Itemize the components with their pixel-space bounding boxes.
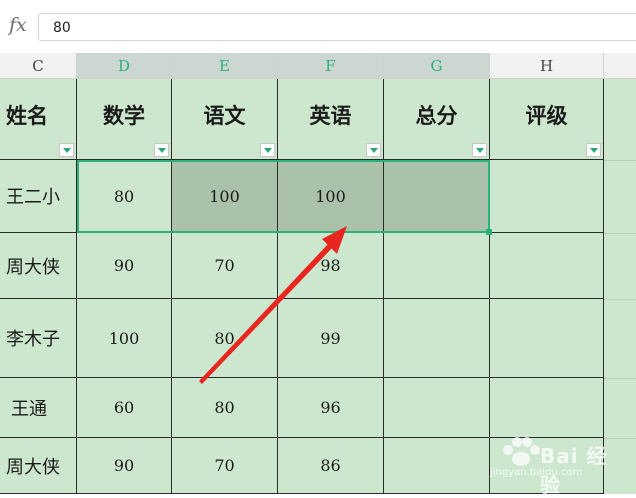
header-label: 数学 bbox=[103, 104, 145, 128]
cell-total-row1[interactable] bbox=[384, 160, 490, 233]
cell-total-row4[interactable] bbox=[384, 378, 490, 438]
cell-chinese-row1[interactable]: 100 bbox=[172, 160, 278, 233]
column-header-g[interactable]: G bbox=[384, 53, 490, 78]
cell-math-row3[interactable]: 100 bbox=[77, 299, 172, 378]
cell-name-row3[interactable]: 李木子 bbox=[0, 299, 77, 378]
filter-dropdown-icon[interactable] bbox=[59, 143, 74, 157]
formula-bar: fx 80 bbox=[0, 0, 636, 53]
cell-grade-row2[interactable] bbox=[490, 233, 604, 299]
cell-english-row1[interactable]: 100 bbox=[278, 160, 384, 233]
header-cell-chinese[interactable]: 语文 bbox=[172, 79, 278, 160]
cell-total-row2[interactable] bbox=[384, 233, 490, 299]
cell-name-row2[interactable]: 周大侠 bbox=[0, 233, 77, 299]
cell-english-row4[interactable]: 96 bbox=[278, 378, 384, 438]
header-label: 评级 bbox=[525, 104, 568, 128]
filter-dropdown-icon[interactable] bbox=[260, 143, 275, 157]
header-cell-english[interactable]: 英语 bbox=[278, 79, 384, 160]
header-cell-grade[interactable]: 评级 bbox=[490, 79, 604, 160]
column-header-f[interactable]: F bbox=[278, 53, 384, 78]
gridline bbox=[604, 160, 636, 161]
header-label: 总分 bbox=[415, 104, 458, 128]
cell-grade-row3[interactable] bbox=[490, 299, 604, 378]
header-cell-math[interactable]: 数学 bbox=[77, 79, 172, 160]
fill-handle[interactable] bbox=[486, 229, 492, 235]
header-label: 姓名 bbox=[6, 104, 48, 128]
cell-total-row3[interactable] bbox=[384, 299, 490, 378]
header-label: 英语 bbox=[309, 104, 352, 128]
header-cell-name[interactable]: 姓名 bbox=[0, 79, 77, 160]
cell-math-row1[interactable]: 80 bbox=[77, 160, 172, 233]
column-header-d[interactable]: D bbox=[77, 53, 172, 78]
cell-chinese-row3[interactable]: 80 bbox=[172, 299, 278, 378]
column-header-c[interactable]: C bbox=[0, 53, 77, 78]
cell-math-row5[interactable]: 90 bbox=[77, 438, 172, 494]
cell-grade-row1[interactable] bbox=[490, 160, 604, 233]
filter-dropdown-icon[interactable] bbox=[586, 143, 601, 157]
cell-name-row1[interactable]: 王二小 bbox=[0, 160, 77, 233]
cell-name-row5[interactable]: 周大侠 bbox=[0, 438, 77, 494]
formula-input[interactable]: 80 bbox=[38, 13, 636, 41]
gridline bbox=[604, 299, 636, 300]
gridline bbox=[604, 378, 636, 379]
filter-dropdown-icon[interactable] bbox=[154, 143, 169, 157]
filter-dropdown-icon[interactable] bbox=[472, 143, 487, 157]
column-header-e[interactable]: E bbox=[172, 53, 278, 78]
cell-name-row4[interactable]: 王通 bbox=[0, 378, 77, 438]
column-header-bar: C D E F G H bbox=[0, 53, 636, 79]
cell-chinese-row5[interactable]: 70 bbox=[172, 438, 278, 494]
watermark-url: jingyan.baidu.com bbox=[490, 467, 583, 478]
gridline bbox=[604, 233, 636, 234]
filter-dropdown-icon[interactable] bbox=[366, 143, 381, 157]
cell-math-row2[interactable]: 90 bbox=[77, 233, 172, 299]
cell-english-row3[interactable]: 99 bbox=[278, 299, 384, 378]
cell-total-row5[interactable] bbox=[384, 438, 490, 494]
header-label: 语文 bbox=[203, 104, 246, 128]
cell-english-row2[interactable]: 98 bbox=[278, 233, 384, 299]
cell-english-row5[interactable]: 86 bbox=[278, 438, 384, 494]
cell-chinese-row2[interactable]: 70 bbox=[172, 233, 278, 299]
cell-math-row4[interactable]: 60 bbox=[77, 378, 172, 438]
header-cell-total[interactable]: 总分 bbox=[384, 79, 490, 160]
baidu-watermark: Bai 经验 jingyan.baidu.com bbox=[488, 420, 628, 497]
cell-chinese-row4[interactable]: 80 bbox=[172, 378, 278, 438]
column-header-h[interactable]: H bbox=[490, 53, 604, 78]
fx-icon[interactable]: fx bbox=[9, 14, 27, 36]
